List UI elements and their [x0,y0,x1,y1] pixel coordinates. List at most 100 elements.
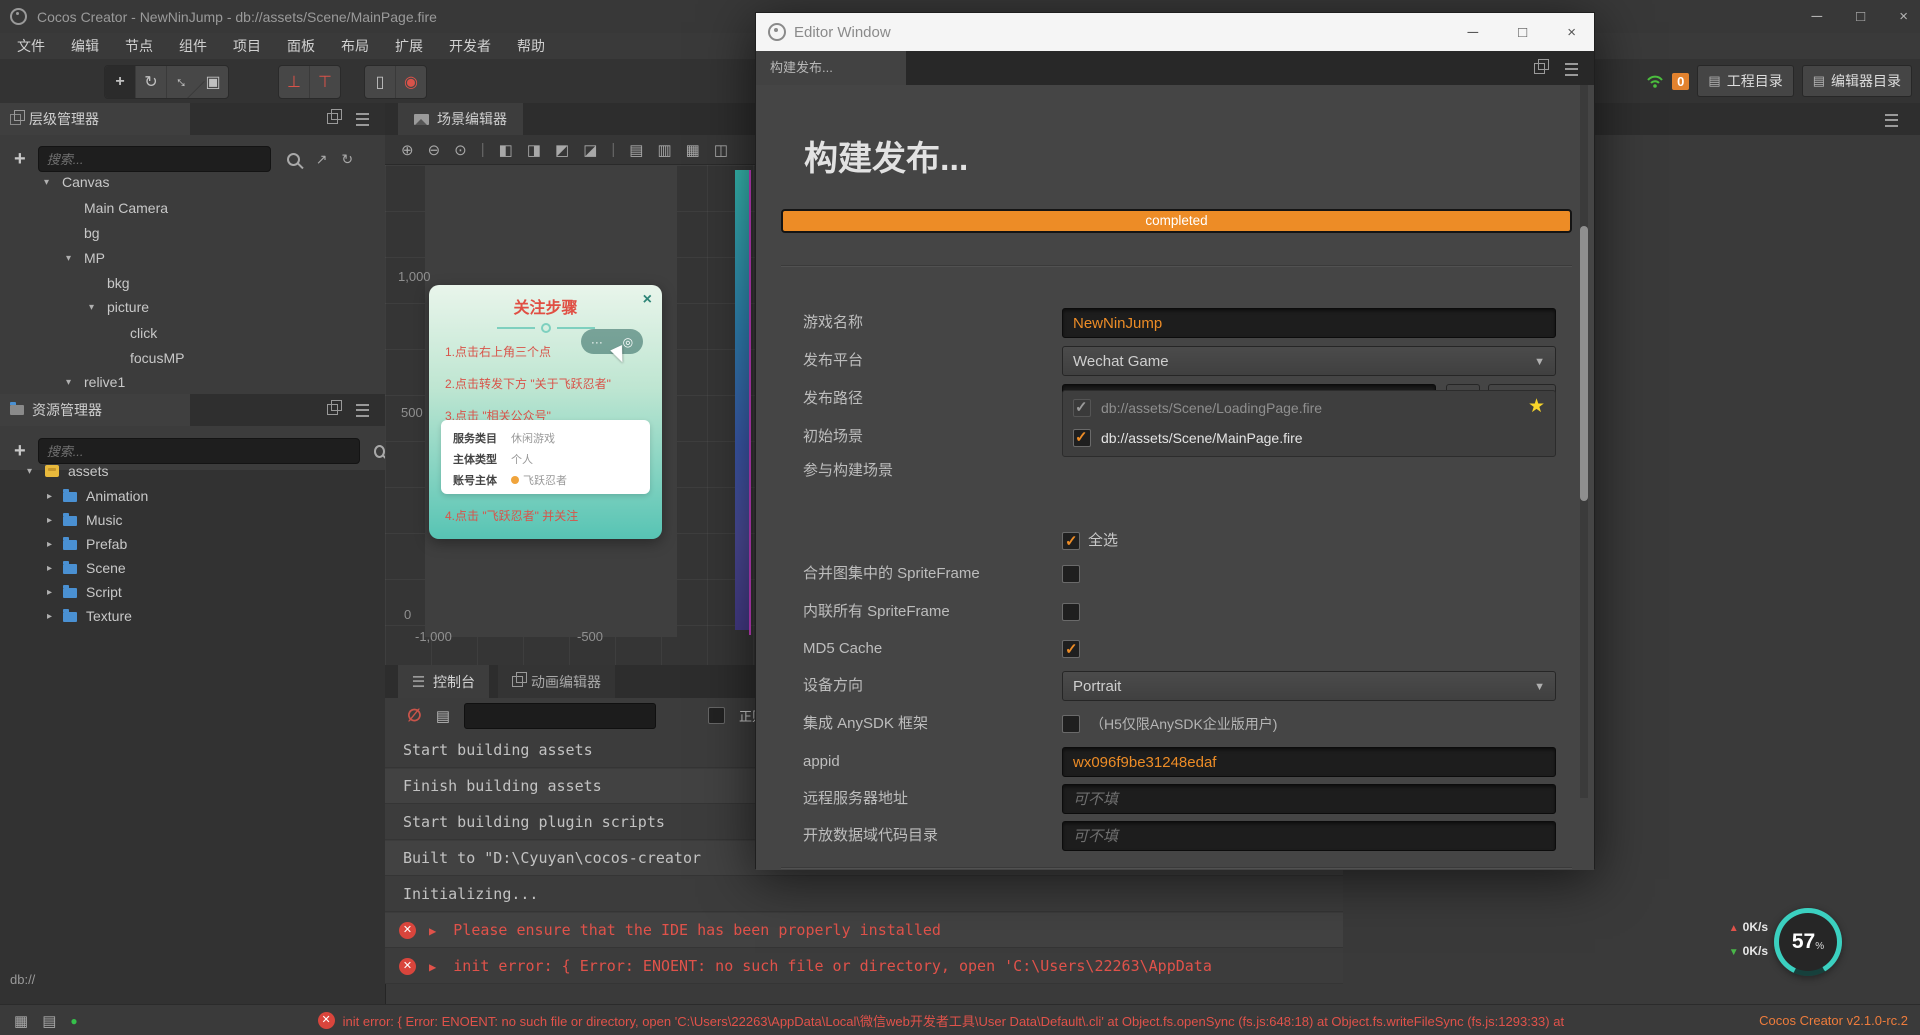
select-all-checkbox[interactable] [1062,532,1080,550]
collapse-arrow-icon[interactable]: ▸ [47,580,52,605]
menu-node[interactable]: 节点 [112,33,166,59]
dialog-title-bar[interactable]: Editor Window ─ □ × [756,13,1594,51]
distribute-v-icon[interactable]: ▥ [657,141,671,159]
move-tool-icon[interactable]: + [105,66,136,98]
collapse-arrow-icon[interactable]: ▸ [47,484,52,509]
progress-label: completed [1145,213,1208,228]
statusbar-error[interactable]: ✕ init error: { Error: ENOENT: no such f… [317,1011,1564,1030]
log-file-icon[interactable]: ▤ [436,707,450,725]
maximize-button[interactable]: □ [1518,24,1527,41]
expand-arrow-icon[interactable]: ▾ [44,170,49,195]
zoom-in-icon[interactable]: ⊕ [401,141,414,159]
expand-arrow-icon[interactable]: ▶ [429,924,436,938]
expand-arrow-icon[interactable]: ▾ [66,246,71,271]
md5-cache-checkbox[interactable] [1062,640,1080,658]
align-bottom-icon[interactable]: ◩ [555,141,569,159]
menu-extension[interactable]: 扩展 [382,33,436,59]
tab-animation-editor[interactable]: 动画编辑器 [498,665,615,698]
inline-sprite-checkbox[interactable] [1062,603,1080,621]
log-line-error[interactable]: ✕ ▶ init error: { Error: ENOENT: no such… [385,949,1343,984]
folder-open-icon: ▤ [1708,73,1721,88]
scene-checkbox[interactable] [1073,429,1091,447]
console-toggle-icon[interactable]: ▦ [14,1012,28,1030]
build-progress-bar: completed [781,209,1572,233]
align-left-icon[interactable]: ◪ [583,141,597,159]
anchor-tool-icon[interactable]: ⊤ [310,66,340,98]
align-middle-icon[interactable]: ◨ [527,141,541,159]
console-filter-input[interactable] [464,702,656,729]
log-line[interactable]: Initializing... [385,877,1343,912]
tab-build-publish[interactable]: 构建发布... [756,51,906,85]
expand-arrow-icon[interactable]: ▾ [27,459,32,484]
distribute-h-icon[interactable]: ▤ [629,141,643,159]
panel-menu-icon[interactable] [1885,114,1898,127]
close-button[interactable]: × [1899,8,1908,25]
platform-select[interactable]: Wechat Game ▼ [1062,346,1556,376]
close-button[interactable]: × [1567,24,1576,41]
log-line-error[interactable]: ✕ ▶ Please ensure that the IDE has been … [385,913,1343,948]
regex-checkbox[interactable] [708,707,725,724]
merge-atlas-checkbox[interactable] [1062,565,1080,583]
search-icon[interactable] [373,444,385,458]
refresh-icon[interactable]: ↻ [341,151,353,168]
menu-component[interactable]: 组件 [166,33,220,59]
align-top-icon[interactable]: ◧ [499,141,513,159]
collapse-arrow-icon[interactable]: ▸ [47,556,52,581]
dialog-scrollbar-thumb[interactable] [1580,226,1588,501]
editor-dir-button[interactable]: ▤ 编辑器目录 [1801,65,1912,97]
minimize-button[interactable]: ─ [1812,8,1823,25]
favorite-star-icon[interactable]: ★ [1528,395,1545,418]
pop-out-icon[interactable] [327,109,342,124]
zoom-out-icon[interactable]: ⊖ [428,141,441,159]
menu-layout[interactable]: 布局 [328,33,382,59]
zoom-reset-icon[interactable]: ⊙ [454,141,467,159]
orientation-select[interactable]: Portrait ▼ [1062,671,1556,701]
collapse-arrow-icon[interactable]: ▸ [47,508,52,533]
network-signal-icon [1647,75,1663,88]
pop-out-icon[interactable] [1534,59,1549,74]
project-dir-button[interactable]: ▤ 工程目录 [1697,65,1794,97]
collapse-arrow-icon[interactable]: ▸ [47,604,52,629]
menu-project[interactable]: 项目 [220,33,274,59]
minimize-button[interactable]: ─ [1468,24,1479,41]
tab-scene-editor[interactable]: 场景编辑器 [398,103,523,135]
2d-view-icon[interactable]: ▯ [365,66,396,98]
hierarchy-search-input[interactable] [37,146,271,172]
clear-console-icon[interactable]: ∅ [407,706,422,726]
gizmo-view-icon[interactable]: ◉ [396,66,426,98]
scene-list-item[interactable]: db://assets/Scene/MainPage.fire [1073,429,1303,447]
distribute-grid-icon[interactable]: ▦ [686,141,700,159]
appid-input[interactable] [1062,747,1556,777]
panel-menu-icon[interactable] [1565,63,1578,76]
error-count-badge[interactable]: 0 [1672,72,1690,90]
panel-menu-icon[interactable] [356,404,369,417]
game-name-input[interactable] [1062,308,1556,338]
maximize-button[interactable]: □ [1856,8,1865,25]
add-asset-button[interactable]: + [14,440,26,463]
pop-out-icon[interactable] [327,400,342,415]
panel-menu-icon[interactable] [356,113,369,126]
remote-server-input[interactable] [1062,784,1556,814]
log-list-icon[interactable]: ▤ [42,1012,56,1030]
pivot-tool-icon[interactable]: ⊥ [279,66,310,98]
expand-arrow-icon[interactable]: ▾ [66,370,71,395]
tab-console[interactable]: 控制台 [398,665,489,698]
tab-assets[interactable]: 资源管理器 [0,394,190,426]
menu-file[interactable]: 文件 [4,33,58,59]
distribute-stack-icon[interactable]: ◫ [714,141,728,159]
add-node-button[interactable]: + [14,148,26,171]
menu-edit[interactable]: 编辑 [58,33,112,59]
expand-icon[interactable]: ↗ [316,151,328,168]
menu-help[interactable]: 帮助 [504,33,558,59]
menu-panel[interactable]: 面板 [274,33,328,59]
menu-developer[interactable]: 开发者 [436,33,504,59]
memory-gauge[interactable]: 57 % [1774,908,1842,976]
collapse-arrow-icon[interactable]: ▸ [47,532,52,557]
expand-arrow-icon[interactable]: ▶ [429,960,436,974]
search-icon[interactable] [286,152,300,166]
anysdk-checkbox[interactable] [1062,715,1080,733]
tab-hierarchy[interactable]: 层级管理器 [0,103,190,135]
expand-arrow-icon[interactable]: ▾ [89,295,94,320]
open-data-dir-input[interactable] [1062,821,1556,851]
scene-list-item[interactable]: db://assets/Scene/LoadingPage.fire [1073,399,1322,417]
